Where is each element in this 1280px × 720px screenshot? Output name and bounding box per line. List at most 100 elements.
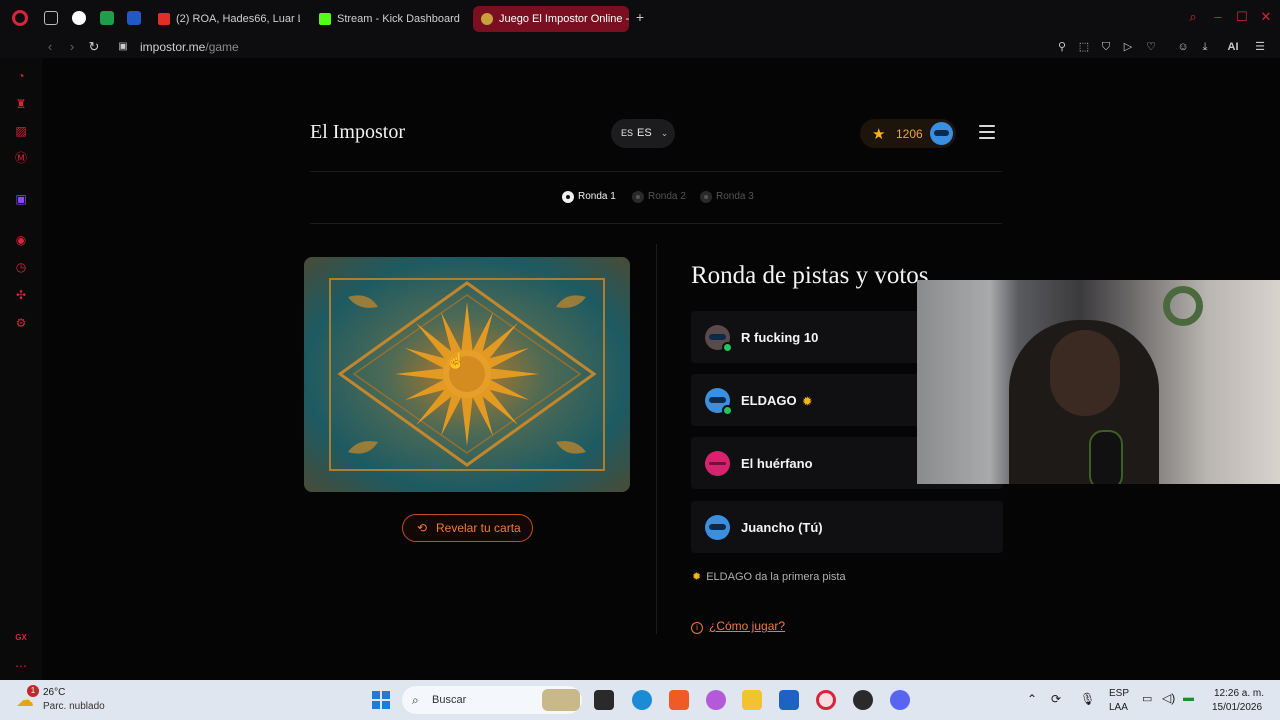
how-to-play-label: ¿Cómo jugar? xyxy=(709,619,786,633)
reload-icon[interactable]: ↻ xyxy=(86,39,102,55)
player-name: El huérfano xyxy=(741,456,813,471)
volume-icon[interactable]: ◁) xyxy=(1162,691,1175,705)
file-explorer-icon[interactable] xyxy=(742,690,762,710)
edge-icon[interactable] xyxy=(632,690,652,710)
obs-icon[interactable] xyxy=(853,690,873,710)
kick-icon xyxy=(319,13,331,25)
first-player-sun-icon: ✹ xyxy=(802,396,812,408)
taskbar-search[interactable]: ⌕ Buscar xyxy=(402,686,582,714)
search-tabs-icon[interactable]: ⌕ xyxy=(1186,10,1200,24)
how-to-play-link[interactable]: i ¿Cómo jugar? xyxy=(691,619,785,634)
workspaces-icon[interactable] xyxy=(44,11,58,25)
discord-icon[interactable] xyxy=(890,690,910,710)
reveal-card-button[interactable]: ⟲ Revelar tu carta xyxy=(402,514,533,542)
minimize-icon[interactable]: – xyxy=(1211,10,1225,24)
weather-temp[interactable]: 26°C xyxy=(43,687,65,698)
speed-dial-icon[interactable]: ◔ xyxy=(13,68,29,84)
round-1: Ronda 1 xyxy=(562,190,616,204)
language-selector[interactable]: ES ES ⌄ xyxy=(611,119,675,148)
sheets-tab-icon[interactable] xyxy=(100,11,114,25)
battery-icon[interactable]: ▬ xyxy=(1183,692,1194,704)
secret-card[interactable]: ☝ xyxy=(304,257,630,492)
forward-icon[interactable]: › xyxy=(64,39,80,55)
back-icon[interactable]: ‹ xyxy=(42,39,58,55)
round-dot-icon xyxy=(700,191,712,203)
heart-icon[interactable]: ♡ xyxy=(1144,40,1158,54)
user-avatar[interactable] xyxy=(930,122,953,145)
ai-button[interactable]: AI xyxy=(1222,40,1244,54)
outlook-icon[interactable] xyxy=(779,690,799,710)
browser-tab-bar: (2) ROA, Hades66, Luar La Stream - Kick … xyxy=(0,0,1280,36)
clock-time[interactable]: 12:26 a. m. xyxy=(1214,688,1264,699)
coins-badge[interactable]: ★ 1206 xyxy=(860,119,956,148)
microphone-icon xyxy=(1089,430,1123,484)
player-row-self: Juancho (Tú) xyxy=(691,501,1003,553)
history-icon[interactable]: ◷ xyxy=(13,259,29,275)
wreath-decoration xyxy=(1163,286,1203,326)
lang-line1[interactable]: ESP xyxy=(1109,688,1129,699)
player-icon[interactable]: ◉ xyxy=(13,232,29,248)
mic-icon[interactable]: 🎙 xyxy=(1080,692,1095,706)
shield-icon[interactable]: ⛉ xyxy=(1099,40,1113,54)
twitch-icon[interactable]: ▣ xyxy=(13,191,29,207)
task-view-icon[interactable] xyxy=(594,690,614,710)
sync-icon[interactable]: ⟳ xyxy=(1051,692,1061,706)
tab-youtube[interactable]: (2) ROA, Hades66, Luar La xyxy=(150,6,300,32)
notification-badge: 1 xyxy=(27,685,39,697)
snapshot-icon[interactable]: ⬚ xyxy=(1077,40,1091,54)
streamer-head xyxy=(1050,330,1120,416)
maximize-icon[interactable]: ☐ xyxy=(1235,10,1249,24)
extensions-icon[interactable]: ✣ xyxy=(13,287,29,303)
tab-label: Juego El Impostor Online - xyxy=(499,13,629,25)
start-button[interactable] xyxy=(372,691,390,709)
more-icon[interactable]: ⋯ xyxy=(13,658,29,674)
pinned-tab-icon[interactable] xyxy=(72,11,86,25)
column-divider xyxy=(656,244,657,634)
profile-icon[interactable]: ☺ xyxy=(1176,40,1190,54)
lock-icon: ▣ xyxy=(118,41,128,52)
address-bar: ‹ › ↻ ▣ impostor.me/game ⚲ ⬚ ⛉ ▷ ♡ ☺ ⤓ A… xyxy=(0,36,1280,58)
language-label: ES xyxy=(637,127,652,139)
sun-icon: ✹ xyxy=(692,571,702,583)
copilot-icon[interactable] xyxy=(706,690,726,710)
gaming-icon[interactable]: ♜ xyxy=(13,96,29,112)
search-placeholder: Buscar xyxy=(432,694,467,706)
chevron-up-icon[interactable]: ⌃ xyxy=(1027,692,1037,706)
url-field[interactable]: impostor.me/game xyxy=(140,40,239,54)
mail-icon[interactable]: Ⓜ xyxy=(13,150,29,166)
player-avatar xyxy=(705,388,733,416)
lang-line2[interactable]: LAA xyxy=(1109,702,1128,713)
download-icon[interactable]: ⤓ xyxy=(1198,40,1212,54)
impostor-icon xyxy=(481,13,493,25)
info-icon: i xyxy=(691,622,703,634)
pin-icon[interactable]: ⚲ xyxy=(1055,40,1069,54)
pinned-app-icon[interactable] xyxy=(127,11,141,25)
close-icon[interactable]: ✕ xyxy=(1259,10,1273,24)
opera-logo-icon[interactable] xyxy=(12,10,28,26)
site-title[interactable]: El Impostor xyxy=(310,121,405,144)
tab-kick[interactable]: Stream - Kick Dashboard xyxy=(311,6,463,32)
rounds-divider xyxy=(310,223,1002,224)
easy-setup-icon[interactable]: ☰ xyxy=(1253,40,1267,54)
network-icon[interactable]: ▭ xyxy=(1142,692,1152,705)
tab-label: (2) ROA, Hades66, Luar La xyxy=(176,13,300,25)
url-host: impostor.me xyxy=(140,40,206,54)
tab-impostor[interactable]: Juego El Impostor Online - xyxy=(473,6,629,32)
settings-icon[interactable]: ⚙ xyxy=(13,315,29,331)
gx-icon[interactable]: GX xyxy=(13,630,29,646)
player-name: R fucking 10 xyxy=(741,330,819,345)
weather-desc[interactable]: Parc. nublado xyxy=(43,701,105,712)
webcam-overlay xyxy=(917,280,1280,484)
brave-icon[interactable] xyxy=(669,690,689,710)
language-code: ES xyxy=(621,128,634,138)
new-tab-button[interactable]: + xyxy=(633,10,647,24)
play-icon[interactable]: ▷ xyxy=(1121,40,1135,54)
coins-count: 1206 xyxy=(896,127,923,141)
hamburger-menu-icon[interactable] xyxy=(979,125,995,139)
first-clue-note: ✹ ELDAGO da la primera pista xyxy=(692,570,846,583)
round-3: Ronda 3 xyxy=(700,190,754,204)
opera-gx-taskbar-icon[interactable] xyxy=(816,690,836,710)
news-icon[interactable]: ▨ xyxy=(13,123,29,139)
tab-label: Stream - Kick Dashboard xyxy=(337,13,460,25)
clock-date[interactable]: 15/01/2026 xyxy=(1212,702,1262,713)
